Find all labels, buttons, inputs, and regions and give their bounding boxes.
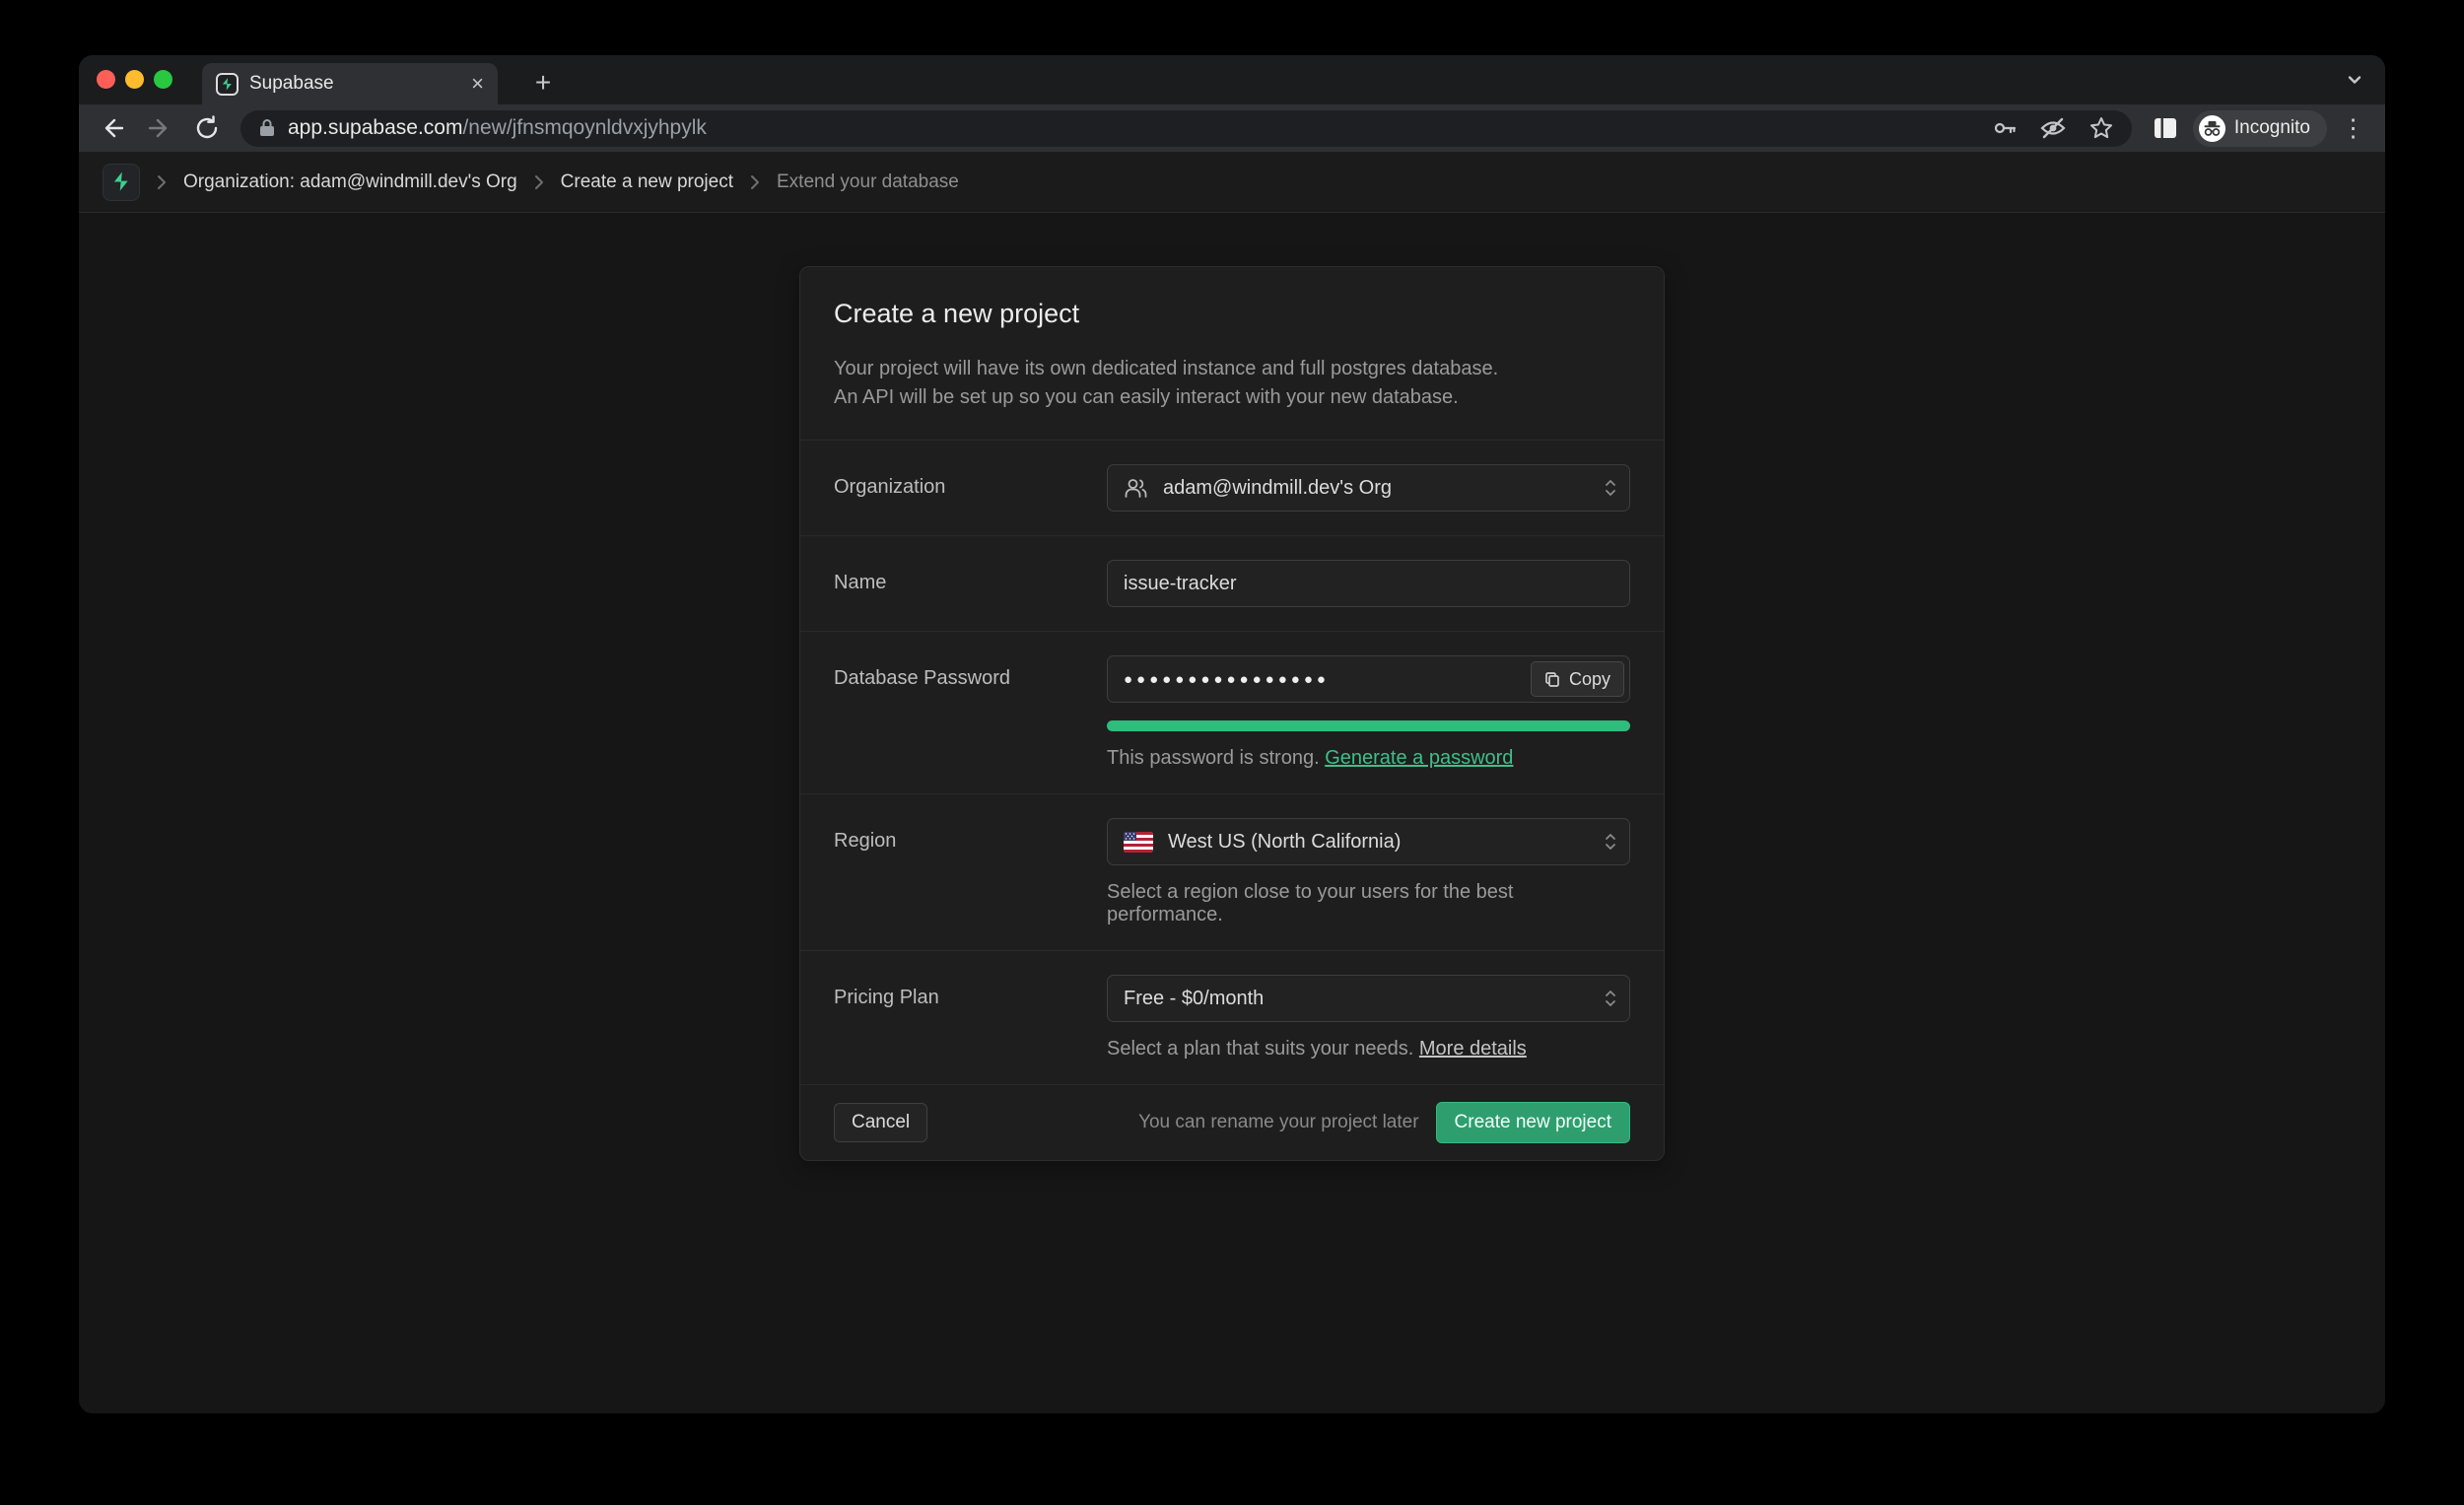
url-path: /new/jfnsmqoynldvxjyhpylk (462, 116, 706, 139)
chevron-right-icon (748, 173, 762, 191)
browser-tab-supabase[interactable]: Supabase × (202, 63, 498, 104)
plan-helper: Select a plan that suits your needs. Mor… (1107, 1038, 1630, 1060)
url-text: app.supabase.com/new/jfnsmqoynldvxjyhpyl… (288, 116, 707, 140)
organization-value: adam@windmill.dev's Org (1163, 477, 1392, 500)
description-line-1: Your project will have its own dedicated… (834, 355, 1630, 383)
eye-off-icon[interactable] (2039, 115, 2067, 141)
organization-row: Organization adam@windmill.dev's Org (800, 440, 1664, 535)
back-icon[interactable] (93, 108, 132, 148)
breadcrumb: Organization: adam@windmill.dev's Org Cr… (79, 152, 2385, 213)
forward-icon[interactable] (140, 108, 179, 148)
side-panel-icon[interactable] (2146, 108, 2185, 148)
organization-label: Organization (834, 464, 1107, 512)
region-value: West US (North California) (1168, 831, 1401, 854)
tab-strip: Supabase × + (79, 55, 2385, 104)
incognito-badge: Incognito (2193, 110, 2327, 147)
supabase-favicon-icon (216, 73, 239, 96)
plan-helper-text: Select a plan that suits your needs. (1107, 1038, 1413, 1060)
pricing-plan-label: Pricing Plan (834, 975, 1107, 1060)
incognito-icon (2199, 115, 2225, 142)
plan-value: Free - $0/month (1124, 988, 1264, 1010)
breadcrumb-item-organization[interactable]: Organization: adam@windmill.dev's Org (183, 171, 517, 193)
password-strength-bar (1107, 720, 1630, 731)
panel-header: Create a new project Your project will h… (800, 267, 1664, 440)
reload-icon[interactable] (187, 108, 227, 148)
page-title: Create a new project (834, 299, 1630, 329)
supabase-logo-icon[interactable] (103, 164, 140, 201)
password-row: Database Password ●●●●●●●●●●●●●●●● Copy (800, 631, 1664, 793)
browser-menu-icon[interactable]: ⋮ (2335, 113, 2371, 143)
rename-note: You can rename your project later (1138, 1112, 1418, 1133)
password-label: Database Password (834, 655, 1107, 770)
select-chevrons-icon (1604, 476, 1617, 500)
more-details-link[interactable]: More details (1419, 1038, 1527, 1060)
cancel-button[interactable]: Cancel (834, 1103, 927, 1142)
browser-window: Supabase × + app.supabase.c (79, 55, 2385, 1413)
region-row: Region West US (North California) Select… (800, 793, 1664, 950)
copy-button-label: Copy (1569, 669, 1610, 690)
select-chevrons-icon (1604, 830, 1617, 854)
password-strength-text: This password is strong. (1107, 747, 1320, 769)
name-row: Name (800, 535, 1664, 631)
close-window-button[interactable] (97, 70, 115, 89)
password-helper: This password is strong. Generate a pass… (1107, 747, 1630, 770)
zoom-window-button[interactable] (154, 70, 172, 89)
panel-footer: Cancel You can rename your project later… (800, 1084, 1664, 1160)
chevron-right-icon (155, 173, 169, 191)
tab-title: Supabase (249, 73, 458, 95)
users-icon (1124, 476, 1148, 500)
organization-select[interactable]: adam@windmill.dev's Org (1107, 464, 1630, 512)
breadcrumb-item-create-project[interactable]: Create a new project (561, 171, 733, 193)
create-new-project-button[interactable]: Create new project (1436, 1102, 1630, 1143)
main-content: Create a new project Your project will h… (79, 213, 2385, 1413)
name-label: Name (834, 560, 1107, 607)
lock-icon (258, 118, 276, 138)
region-label: Region (834, 818, 1107, 926)
minimize-window-button[interactable] (125, 70, 144, 89)
chevron-right-icon (532, 173, 546, 191)
region-helper: Select a region close to your users for … (1107, 881, 1630, 926)
window-controls (97, 70, 172, 89)
new-tab-button[interactable]: + (524, 64, 562, 102)
select-chevrons-icon (1604, 987, 1617, 1010)
region-select[interactable]: West US (North California) (1107, 818, 1630, 865)
incognito-label: Incognito (2234, 117, 2310, 139)
tab-search-chevron-icon[interactable] (2344, 69, 2365, 91)
project-name-input[interactable] (1107, 560, 1630, 607)
bookmark-star-icon[interactable] (2088, 115, 2114, 141)
password-key-icon[interactable] (1992, 115, 2018, 141)
create-project-panel: Create a new project Your project will h… (799, 266, 1665, 1161)
copy-icon (1544, 671, 1560, 688)
screen: Supabase × + app.supabase.c (0, 0, 2464, 1505)
tab-close-icon[interactable]: × (469, 73, 486, 95)
panel-description: Your project will have its own dedicated… (834, 355, 1630, 412)
pricing-plan-select[interactable]: Free - $0/month (1107, 975, 1630, 1022)
url-host: app.supabase.com (288, 116, 462, 139)
generate-password-link[interactable]: Generate a password (1325, 747, 1513, 769)
breadcrumb-item-extend-database[interactable]: Extend your database (777, 171, 959, 193)
copy-password-button[interactable]: Copy (1531, 661, 1624, 697)
address-bar[interactable]: app.supabase.com/new/jfnsmqoynldvxjyhpyl… (240, 110, 2132, 147)
pricing-plan-row: Pricing Plan Free - $0/month Select a pl… (800, 950, 1664, 1084)
description-line-2: An API will be set up so you can easily … (834, 383, 1630, 412)
us-flag-icon (1124, 832, 1153, 853)
address-bar-actions (1992, 115, 2114, 141)
browser-toolbar: app.supabase.com/new/jfnsmqoynldvxjyhpyl… (79, 104, 2385, 152)
